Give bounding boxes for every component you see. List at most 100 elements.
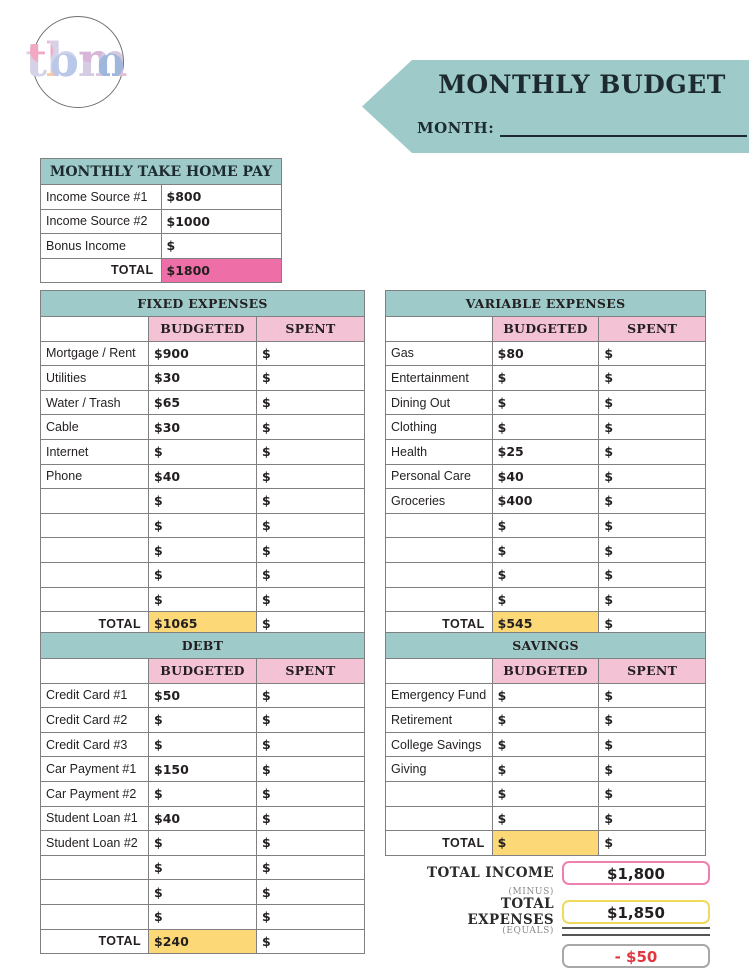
row-budgeted[interactable]: $400 (491, 488, 600, 514)
row-label: Student Loan #1 (40, 805, 149, 832)
section-total-row: TOTAL $240 $ (40, 928, 365, 955)
row-spent[interactable]: $ (256, 512, 365, 539)
row-budgeted[interactable]: $25 (491, 438, 600, 465)
row-spent[interactable]: $ (256, 830, 365, 856)
row-budgeted[interactable]: $30 (148, 365, 257, 391)
row-budgeted[interactable]: $ (148, 512, 257, 539)
row-budgeted[interactable]: $ (491, 561, 600, 588)
row-budgeted[interactable]: $ (148, 903, 257, 930)
income-total-value[interactable]: $1800 (160, 257, 282, 283)
row-budgeted[interactable]: $ (148, 488, 257, 514)
row-budgeted[interactable]: $ (491, 414, 600, 440)
row-spent[interactable]: $ (256, 756, 365, 782)
row-spent[interactable]: $ (256, 365, 365, 391)
row-spent[interactable]: $ (256, 731, 365, 758)
savings-table: SAVINGS BUDGETED SPENT Emergency Fund $ $ Reti… (385, 632, 706, 856)
row-spent[interactable]: $ (256, 805, 365, 832)
row-budgeted[interactable]: $ (491, 586, 600, 613)
row-spent[interactable]: $ (256, 879, 365, 905)
month-input-blank[interactable] (500, 121, 747, 137)
row-spent[interactable]: $ (598, 707, 706, 733)
total-expenses-value[interactable]: $1,850 (562, 900, 710, 924)
row-budgeted[interactable]: $ (491, 389, 600, 416)
row-spent[interactable]: $ (598, 488, 706, 514)
row-budgeted[interactable]: $ (148, 561, 257, 588)
row-budgeted[interactable]: $ (148, 438, 257, 465)
row-budgeted[interactable]: $40 (148, 463, 257, 490)
row-spent[interactable]: $ (598, 365, 706, 391)
income-row-value[interactable]: $ (160, 233, 282, 259)
total-income-value[interactable]: $1,800 (562, 861, 710, 885)
row-spent[interactable]: $ (256, 537, 365, 563)
income-row-value[interactable]: $1000 (160, 208, 282, 234)
row-spent[interactable]: $ (256, 389, 365, 416)
row-budgeted[interactable]: $ (148, 731, 257, 758)
row-budgeted[interactable]: $ (148, 780, 257, 807)
row-spent[interactable]: $ (256, 561, 365, 588)
row-budgeted[interactable]: $ (491, 780, 600, 807)
row-budgeted[interactable]: $40 (148, 805, 257, 832)
section-total-spent[interactable]: $ (256, 928, 365, 955)
row-spent[interactable]: $ (256, 854, 365, 881)
row-label (385, 586, 493, 613)
row-budgeted[interactable]: $30 (148, 414, 257, 440)
row-spent[interactable]: $ (598, 340, 706, 367)
income-row-value[interactable]: $800 (160, 184, 282, 210)
row-budgeted[interactable]: $ (148, 830, 257, 856)
section-total-spent[interactable]: $ (598, 830, 706, 856)
row-spent[interactable]: $ (598, 756, 706, 782)
net-result-value[interactable]: - $50 (562, 944, 710, 968)
row-budgeted[interactable]: $ (148, 707, 257, 733)
table-row: Student Loan #2 $ $ (40, 830, 365, 856)
row-spent[interactable]: $ (598, 414, 706, 440)
row-budgeted[interactable]: $ (148, 854, 257, 881)
row-spent[interactable]: $ (256, 780, 365, 807)
row-spent[interactable]: $ (598, 463, 706, 490)
row-budgeted[interactable]: $ (491, 682, 600, 709)
row-spent[interactable]: $ (598, 537, 706, 563)
section-total-budgeted[interactable]: $240 (148, 928, 257, 955)
row-label: Dining Out (385, 389, 493, 416)
column-header-spent: SPENT (256, 316, 365, 342)
row-budgeted[interactable]: $150 (148, 756, 257, 782)
row-spent[interactable]: $ (598, 389, 706, 416)
row-budgeted[interactable]: $ (491, 512, 600, 539)
row-spent[interactable]: $ (256, 463, 365, 490)
row-spent[interactable]: $ (598, 512, 706, 539)
debt-table: DEBT BUDGETED SPENT Credit Card #1 $50 $ Credi… (40, 632, 365, 955)
row-budgeted[interactable]: $50 (148, 682, 257, 709)
row-budgeted[interactable]: $ (491, 756, 600, 782)
row-budgeted[interactable]: $ (148, 537, 257, 563)
table-row: Income Source #1 $800 (40, 184, 282, 210)
row-budgeted[interactable]: $ (491, 365, 600, 391)
row-spent[interactable]: $ (598, 731, 706, 758)
row-spent[interactable]: $ (598, 586, 706, 613)
row-budgeted[interactable]: $900 (148, 340, 257, 367)
row-spent[interactable]: $ (256, 414, 365, 440)
row-spent[interactable]: $ (256, 438, 365, 465)
row-spent[interactable]: $ (256, 586, 365, 613)
table-row: Groceries $400 $ (385, 488, 706, 514)
row-budgeted[interactable]: $ (491, 731, 600, 758)
section-total-budgeted[interactable]: $ (491, 830, 600, 856)
row-budgeted[interactable]: $ (491, 805, 600, 832)
row-spent[interactable]: $ (256, 682, 365, 709)
fixed-expenses-body: FIXED EXPENSES BUDGETED SPENT Mortgage / Re… (40, 290, 365, 637)
row-spent[interactable]: $ (598, 682, 706, 709)
row-budgeted[interactable]: $ (491, 537, 600, 563)
row-budgeted[interactable]: $40 (491, 463, 600, 490)
row-spent[interactable]: $ (256, 903, 365, 930)
row-spent[interactable]: $ (598, 805, 706, 832)
row-budgeted[interactable]: $65 (148, 389, 257, 416)
row-spent[interactable]: $ (256, 340, 365, 367)
total-income-row: TOTAL INCOME $1,800 (390, 860, 710, 886)
row-spent[interactable]: $ (598, 780, 706, 807)
row-spent[interactable]: $ (598, 438, 706, 465)
row-budgeted[interactable]: $ (148, 879, 257, 905)
row-spent[interactable]: $ (256, 707, 365, 733)
row-budgeted[interactable]: $80 (491, 340, 600, 367)
row-spent[interactable]: $ (256, 488, 365, 514)
row-spent[interactable]: $ (598, 561, 706, 588)
row-budgeted[interactable]: $ (148, 586, 257, 613)
row-budgeted[interactable]: $ (491, 707, 600, 733)
